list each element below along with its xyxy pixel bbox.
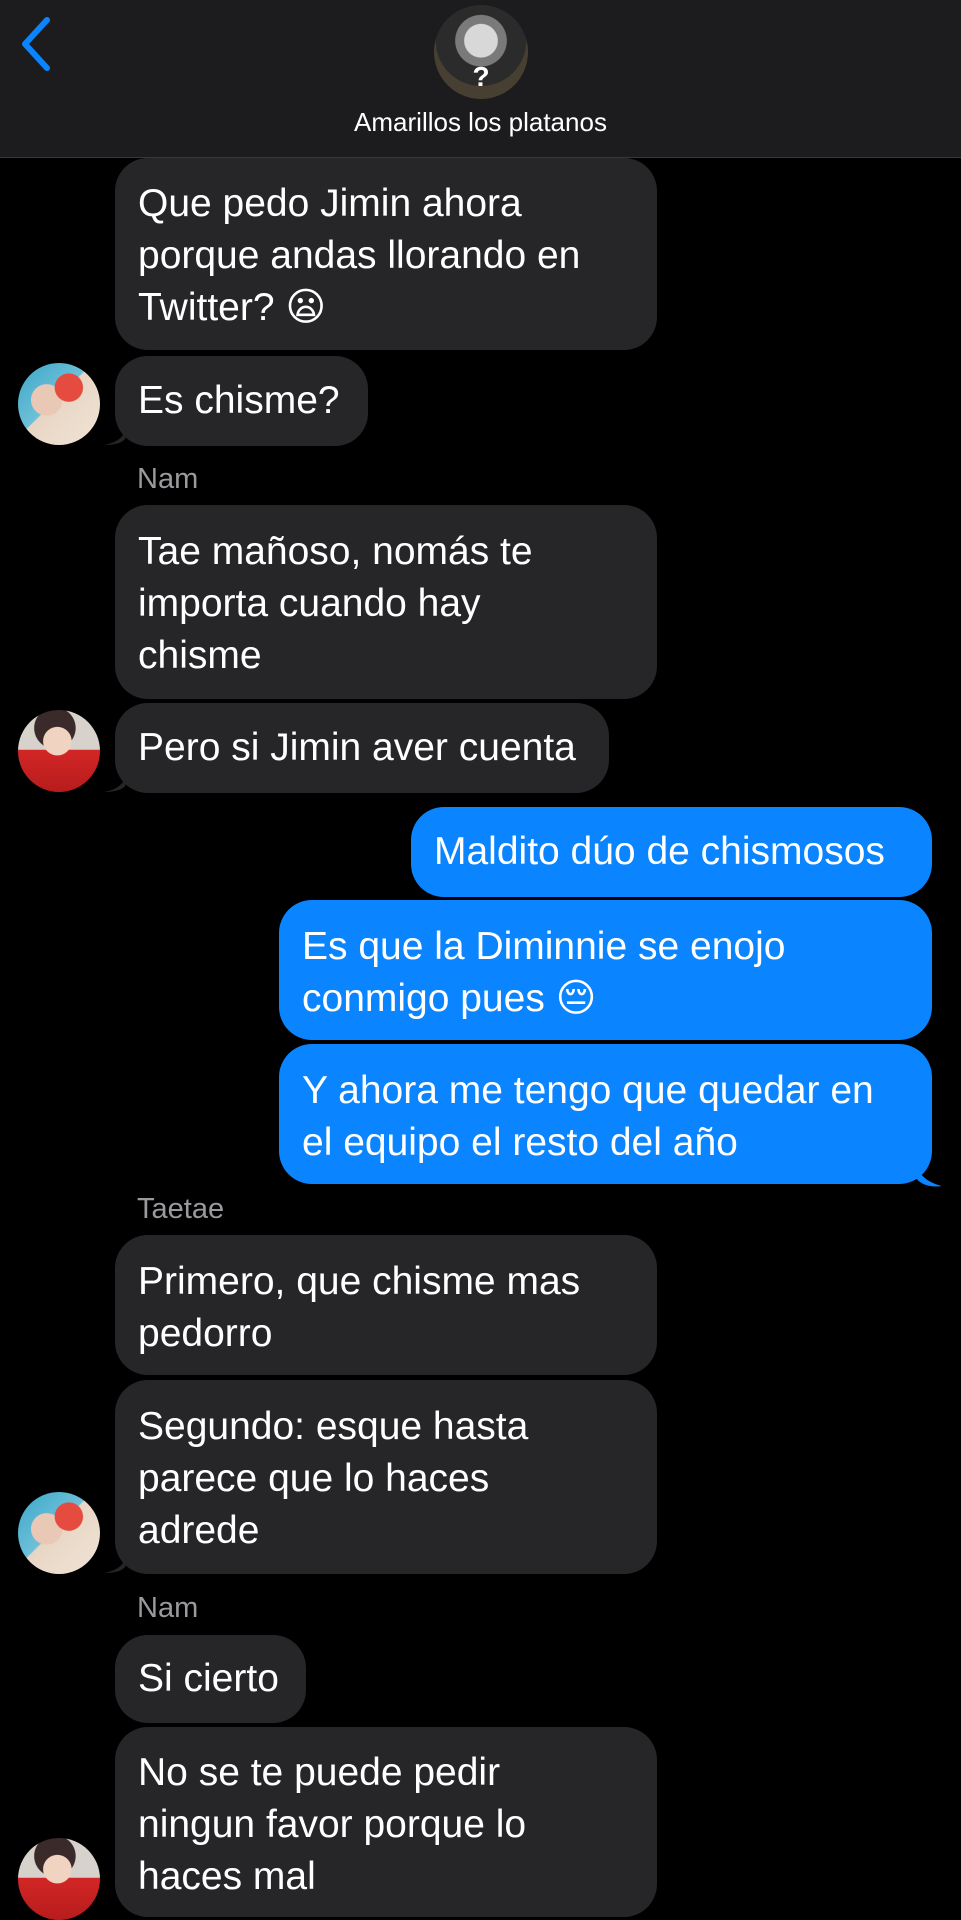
message-line: Es que la Diminnie se enojo — [302, 925, 786, 968]
message-bubble[interactable]: Es chisme? — [115, 356, 368, 446]
back-button[interactable] — [12, 12, 60, 76]
message-bubble-outgoing[interactable]: Y ahora me tengo que quedar en el equipo… — [279, 1044, 932, 1184]
message-line: Segundo: esque hasta — [138, 1405, 529, 1448]
message-bubble-outgoing[interactable]: Es que la Diminnie se enojo conmigo pues… — [279, 900, 932, 1040]
chat-header: ? Amarillos los platanos — [0, 0, 961, 158]
message-text: Si cierto — [138, 1657, 279, 1700]
message-bubble[interactable]: No se te puede pedir ningun favor porque… — [115, 1727, 657, 1917]
message-line: parece que lo haces — [138, 1457, 490, 1500]
message-bubble[interactable]: Pero si Jimin aver cuenta — [115, 703, 609, 793]
message-line: ningun favor porque lo — [138, 1803, 527, 1846]
group-avatar-mark: ? — [472, 61, 490, 92]
message-line: Que pedo Jimin ahora — [138, 182, 522, 225]
sender-label: Nam — [137, 463, 199, 495]
avatar-tae[interactable] — [18, 1492, 100, 1574]
sender-label: Nam — [137, 1592, 199, 1624]
bubble-tail — [104, 1551, 126, 1573]
message-line: porque andas llorando en — [138, 234, 581, 277]
group-name[interactable]: Amarillos los platanos — [0, 107, 961, 138]
message-bubble[interactable]: Si cierto — [115, 1635, 306, 1723]
sender-label: Taetae — [137, 1193, 225, 1225]
message-bubble[interactable]: Que pedo Jimin ahora porque andas lloran… — [115, 158, 657, 350]
message-line: pedorro — [138, 1312, 273, 1355]
message-line: Tae mañoso, nomás te — [138, 530, 533, 573]
message-line: conmigo pues 😔 — [302, 977, 597, 1020]
avatar-tae[interactable] — [18, 363, 100, 445]
message-line: Twitter? 😦 — [138, 286, 327, 329]
bubble-tail-outgoing — [916, 1162, 942, 1187]
message-bubble-outgoing[interactable]: Maldito dúo de chismosos — [411, 807, 932, 897]
message-text: Maldito dúo de chismosos — [434, 830, 885, 873]
avatar-nam[interactable] — [18, 1838, 100, 1920]
message-line: Y ahora me tengo que quedar en — [302, 1069, 874, 1112]
chevron-left-icon — [22, 17, 50, 71]
message-text: Es chisme? — [138, 379, 340, 422]
avatar-nam[interactable] — [18, 710, 100, 792]
message-line: Primero, que chisme mas — [138, 1260, 581, 1303]
message-text: Pero si Jimin aver cuenta — [138, 726, 576, 769]
message-line: el equipo el resto del año — [302, 1121, 738, 1164]
message-bubble[interactable]: Primero, que chisme mas pedorro — [115, 1235, 657, 1375]
message-line: importa cuando hay — [138, 582, 481, 625]
group-avatar[interactable]: ? — [434, 5, 528, 99]
message-line: haces mal — [138, 1855, 316, 1898]
message-bubble[interactable]: Tae mañoso, nomás te importa cuando hay … — [115, 505, 657, 699]
message-line: chisme — [138, 634, 262, 677]
message-bubble[interactable]: Segundo: esque hasta parece que lo haces… — [115, 1380, 657, 1574]
message-line: adrede — [138, 1509, 260, 1552]
message-line: No se te puede pedir — [138, 1751, 501, 1794]
